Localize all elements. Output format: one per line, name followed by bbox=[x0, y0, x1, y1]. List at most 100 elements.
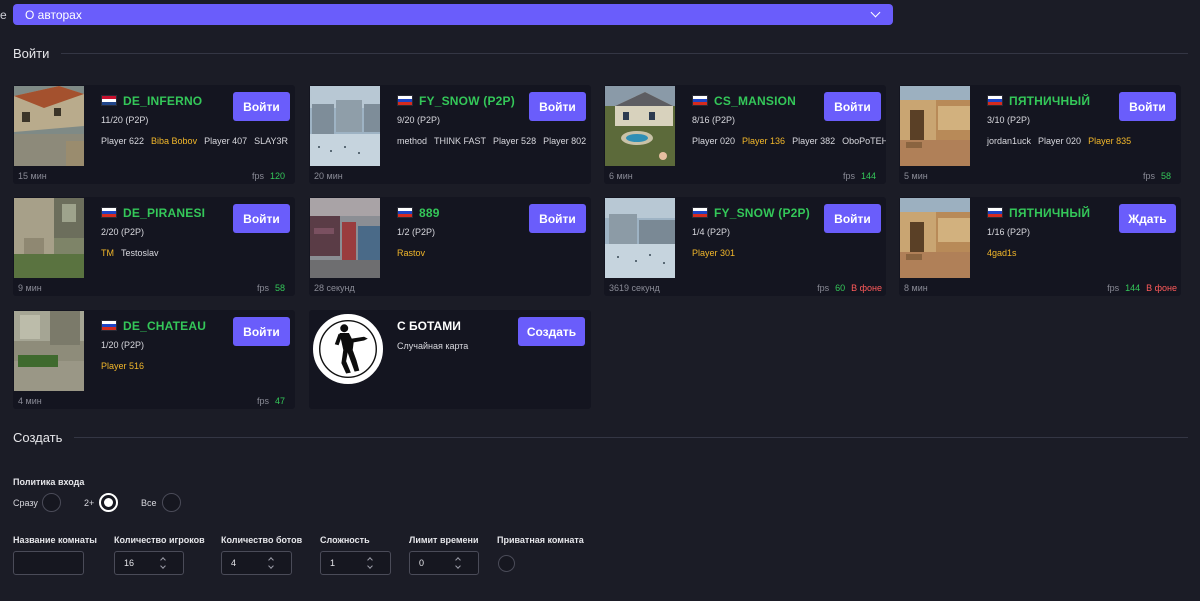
policy-label: Политика входа bbox=[13, 477, 85, 487]
players-count-label: Количество игроков bbox=[114, 535, 205, 545]
players-count: 11/20 (P2P) bbox=[101, 115, 149, 125]
country-flag-icon bbox=[397, 207, 413, 218]
player-name: Player 020 bbox=[692, 136, 736, 146]
time-limit-stepper[interactable]: 0 bbox=[409, 551, 479, 575]
country-flag-icon bbox=[987, 95, 1003, 106]
players-count: 2/20 (P2P) bbox=[101, 227, 145, 237]
bots-count-stepper[interactable]: 4 bbox=[221, 551, 292, 575]
server-card: DE_PIRANESI Войти 2/20 (P2P) TM Testoslav 9 м… bbox=[13, 197, 295, 296]
fps-value: 120 bbox=[269, 171, 285, 181]
fps-label: fps bbox=[251, 171, 264, 181]
join-button[interactable]: Войти bbox=[233, 92, 290, 121]
player-name: Player 835 bbox=[1088, 136, 1132, 146]
player-name: Player 020 bbox=[1038, 136, 1082, 146]
map-thumbnail bbox=[310, 198, 380, 278]
player-list: 4gad1s bbox=[987, 244, 1177, 262]
stepper-arrows-icon[interactable] bbox=[268, 556, 274, 570]
join-button[interactable]: Войти bbox=[1119, 92, 1176, 121]
divider bbox=[61, 53, 1188, 54]
player-list: jordan1uck Player 020 Player 835 bbox=[987, 132, 1177, 150]
players-count: 1/20 (P2P) bbox=[101, 340, 145, 350]
policy-radio-immediately[interactable] bbox=[42, 493, 61, 512]
players-count: 8/16 (P2P) bbox=[692, 115, 736, 125]
room-name-input[interactable] bbox=[13, 551, 84, 575]
create-section-header: Создать bbox=[13, 430, 1188, 445]
fps-indicator: fps 58 bbox=[257, 283, 291, 293]
stepper-arrows-icon[interactable] bbox=[455, 556, 461, 570]
map-thumbnail bbox=[14, 311, 84, 391]
create-bots-button[interactable]: Создать bbox=[518, 317, 585, 346]
player-name: Player 407 bbox=[204, 136, 248, 146]
join-button[interactable]: Войти bbox=[233, 317, 290, 346]
map-thumbnail bbox=[605, 86, 675, 166]
policy-option-label: 2+ bbox=[84, 498, 95, 508]
time-limit-label: Лимит времени bbox=[409, 535, 479, 545]
map-name: FY_SNOW (P2P) bbox=[714, 206, 810, 220]
map-thumbnail bbox=[605, 198, 675, 278]
map-name: CS_MANSION bbox=[714, 94, 797, 108]
player-name: method bbox=[397, 136, 428, 146]
stepper-arrows-icon[interactable] bbox=[367, 556, 373, 570]
join-button[interactable]: Войти bbox=[824, 204, 881, 233]
country-flag-icon bbox=[692, 95, 708, 106]
chevron-down-icon bbox=[870, 7, 881, 18]
fps-indicator: fps 144 В фоне bbox=[1107, 283, 1177, 293]
country-flag-icon bbox=[692, 207, 708, 218]
country-flag-icon bbox=[101, 320, 117, 331]
server-card: 889 Войти 1/2 (P2P) Rastov 28 секунд bbox=[309, 197, 591, 296]
fps-indicator: fps 47 bbox=[257, 396, 291, 406]
map-thumbnail bbox=[900, 86, 970, 166]
join-button[interactable]: Войти bbox=[233, 204, 290, 233]
players-count: 9/20 (P2P) bbox=[397, 115, 441, 125]
players-count-value: 16 bbox=[124, 558, 135, 568]
player-name: Player 802 bbox=[543, 136, 587, 146]
time-limit-value: 0 bbox=[419, 558, 425, 568]
background-status: В фоне bbox=[1146, 283, 1177, 293]
players-count: 1/16 (P2P) bbox=[987, 227, 1031, 237]
policy-option-label: Все bbox=[141, 498, 157, 508]
policy-radio-all[interactable] bbox=[162, 493, 181, 512]
about-select[interactable]: О авторах bbox=[13, 4, 893, 25]
private-room-label: Приватная комната bbox=[497, 535, 584, 545]
difficulty-stepper[interactable]: 1 bbox=[320, 551, 391, 575]
policy-radio-two-plus[interactable] bbox=[99, 493, 118, 512]
server-age: 28 секунд bbox=[314, 283, 355, 293]
join-button[interactable]: Ждать bbox=[1119, 204, 1176, 233]
player-list: Player 516 bbox=[101, 357, 291, 375]
fps-indicator: fps 120 bbox=[252, 171, 291, 181]
country-flag-icon bbox=[397, 95, 413, 106]
stepper-arrows-icon[interactable] bbox=[160, 556, 166, 570]
country-flag-icon bbox=[987, 207, 1003, 218]
server-age: 9 мин bbox=[18, 283, 42, 293]
server-card: FY_SNOW (P2P) Войти 1/4 (P2P) Player 301 361… bbox=[604, 197, 886, 296]
fps-value: 58 bbox=[1160, 171, 1171, 181]
bots-count-label: Количество ботов bbox=[221, 535, 303, 545]
join-button[interactable]: Войти bbox=[824, 92, 881, 121]
map-name: DE_INFERNO bbox=[123, 94, 203, 108]
private-room-checkbox[interactable] bbox=[498, 555, 515, 572]
player-name: Player 516 bbox=[101, 361, 145, 371]
player-name: 4gad1s bbox=[987, 248, 1017, 258]
join-button[interactable]: Войти bbox=[529, 204, 586, 233]
player-list: methodTHINK FASTPlayer 528Player 802Play… bbox=[397, 132, 587, 150]
fps-indicator bbox=[575, 171, 587, 181]
join-button[interactable]: Войти bbox=[529, 92, 586, 121]
bots-card-title: С БОТАМИ bbox=[397, 319, 461, 333]
players-count: 1/4 (P2P) bbox=[692, 227, 731, 237]
server-age: 3619 секунд bbox=[609, 283, 660, 293]
players-count: 1/2 (P2P) bbox=[397, 227, 436, 237]
player-name: THINK FAST bbox=[434, 136, 487, 146]
players-count-stepper[interactable]: 16 bbox=[114, 551, 184, 575]
map-name: ПЯТНИЧНЫЙ bbox=[1009, 94, 1091, 108]
country-flag-icon bbox=[101, 207, 117, 218]
server-age: 6 мин bbox=[609, 171, 633, 181]
server-card: ПЯТНИЧНЫЙ Войти 3/10 (P2P) jordan1uck Player… bbox=[899, 85, 1181, 184]
players-count: 3/10 (P2P) bbox=[987, 115, 1031, 125]
player-list: Player 020Player 136Player 382OboPoTEHbP… bbox=[692, 132, 886, 150]
counter-terrorist-icon bbox=[313, 314, 383, 384]
policy-option-label: Сразу bbox=[13, 498, 38, 508]
map-name: DE_PIRANESI bbox=[123, 206, 206, 220]
player-name: TM bbox=[101, 248, 114, 258]
difficulty-label: Сложность bbox=[320, 535, 370, 545]
player-name: Rastov bbox=[397, 248, 426, 258]
